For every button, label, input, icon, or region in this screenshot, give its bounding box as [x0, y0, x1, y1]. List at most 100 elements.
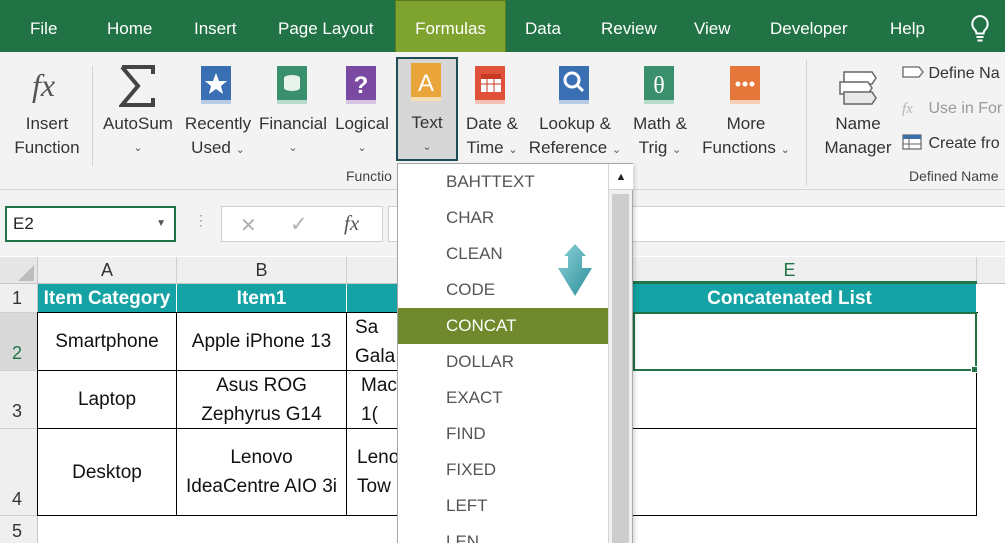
cell-e3[interactable]: [603, 371, 977, 429]
menu-item-concat[interactable]: CONCAT: [398, 308, 608, 344]
logical-label: Logical: [335, 114, 389, 133]
question-book-icon: ?: [346, 66, 376, 104]
svg-text:fx: fx: [32, 67, 55, 103]
tab-home[interactable]: Home: [107, 0, 152, 52]
math-trig-button[interactable]: θ Math & Trig ⌄: [626, 60, 694, 160]
tab-help[interactable]: Help: [890, 0, 925, 52]
enter-check-icon[interactable]: ✓: [290, 212, 308, 237]
menu-item-find[interactable]: FIND: [398, 416, 608, 452]
cell-b2[interactable]: Apple iPhone 13: [177, 313, 347, 371]
tab-page-layout[interactable]: Page Layout: [278, 0, 373, 52]
formula-buttons: ✕ ✓ fx: [221, 206, 383, 242]
logical-button[interactable]: ? Logical ⌄: [330, 60, 394, 160]
financial-button[interactable]: Financial ⌄: [258, 60, 328, 160]
cell-c3[interactable]: Mac 1(: [347, 371, 399, 429]
column-header-c[interactable]: [347, 257, 399, 284]
cell-a4[interactable]: Desktop: [38, 429, 177, 516]
create-from-label: Create fro: [928, 135, 1000, 152]
date-time-label-1: Date &: [466, 114, 518, 133]
more-functions-label-1: More: [726, 114, 766, 133]
tab-data[interactable]: Data: [525, 0, 561, 52]
tab-file[interactable]: File: [30, 0, 57, 52]
define-name-label: Define Na: [928, 65, 1000, 82]
text-functions-dropdown: BAHTTEXT CHAR CLEAN CODE CONCAT DOLLAR E…: [397, 163, 633, 543]
cell-c4[interactable]: Leno Tow: [347, 429, 399, 516]
name-box[interactable]: E2 ▼: [5, 206, 176, 242]
row-header-1[interactable]: 1: [0, 284, 38, 313]
recently-used-label-1: Recently: [184, 114, 252, 133]
chevron-down-icon[interactable]: ▼: [156, 208, 166, 240]
menu-item-char[interactable]: CHAR: [398, 200, 608, 236]
header-cell-item-category[interactable]: Item Category: [38, 284, 177, 313]
recently-used-label-2: Used ⌄: [191, 138, 245, 157]
header-cell-item2[interactable]: [347, 284, 399, 313]
lookup-label-2: Reference ⌄: [528, 138, 622, 157]
cell-e4[interactable]: [603, 429, 977, 516]
insert-function-icon[interactable]: fx: [344, 211, 359, 236]
scrollbar-thumb[interactable]: [612, 194, 629, 543]
cell-a3[interactable]: Laptop: [38, 371, 177, 429]
tab-view[interactable]: View: [694, 0, 731, 52]
header-cell-concatenated-list[interactable]: Concatenated List: [603, 284, 977, 313]
cell-c2[interactable]: Sa Gala: [347, 313, 399, 371]
header-cell-item1[interactable]: Item1: [177, 284, 347, 313]
ribbon-separator: [806, 60, 807, 186]
menu-item-left[interactable]: LEFT: [398, 488, 608, 524]
cell-b3[interactable]: Asus ROG Zephyrus G14: [177, 371, 347, 429]
menu-item-fixed[interactable]: FIXED: [398, 452, 608, 488]
insert-function-label-2: Function: [14, 138, 80, 157]
define-name-button[interactable]: Define Na: [902, 63, 1000, 85]
column-header-f[interactable]: [977, 257, 1005, 284]
group-label-function-library: Functio: [346, 168, 392, 184]
ribbon-separator: [92, 66, 93, 166]
row-header-5[interactable]: 5: [0, 516, 38, 543]
autosum-label: AutoSum: [103, 114, 173, 133]
theta-book-icon: θ: [644, 66, 674, 104]
row-header-4[interactable]: 4: [0, 429, 38, 516]
name-manager-button[interactable]: Name Manager: [818, 60, 898, 160]
fx-small-icon: fx: [902, 101, 913, 117]
tag-icon: [902, 66, 924, 78]
tab-formulas[interactable]: Formulas: [395, 0, 506, 52]
tab-insert[interactable]: Insert: [194, 0, 237, 52]
recently-used-button[interactable]: Recently Used ⌄: [180, 60, 256, 160]
chevron-down-icon: ⌄: [288, 142, 298, 154]
row-header-3[interactable]: 3: [0, 371, 38, 429]
lookup-reference-button[interactable]: Lookup & Reference ⌄: [526, 60, 624, 160]
menu-item-dollar[interactable]: DOLLAR: [398, 344, 608, 380]
fill-handle[interactable]: [971, 366, 978, 373]
letter-a-book-icon: A: [411, 63, 441, 101]
autosum-button[interactable]: AutoSum ⌄: [99, 60, 177, 160]
grid-table-icon: [902, 134, 922, 150]
lightbulb-icon[interactable]: [968, 14, 992, 42]
drag-handle-icon[interactable]: ⋮: [194, 212, 209, 229]
scroll-up-arrow-icon[interactable]: ▲: [609, 164, 633, 190]
cell-a2[interactable]: Smartphone: [38, 313, 177, 371]
dropdown-scrollbar[interactable]: ▲: [608, 164, 633, 543]
cell-b4[interactable]: Lenovo IdeaCentre AIO 3i: [177, 429, 347, 516]
financial-label: Financial: [258, 114, 328, 133]
cancel-icon[interactable]: ✕: [240, 213, 257, 238]
select-all-corner[interactable]: [0, 257, 38, 284]
menu-item-len[interactable]: LEN: [398, 524, 608, 543]
group-label-defined-names: Defined Name: [909, 168, 999, 184]
date-time-button[interactable]: Date & Time ⌄: [460, 60, 524, 160]
date-time-label-2: Time ⌄: [466, 138, 518, 157]
more-functions-button[interactable]: More Functions ⌄: [696, 60, 796, 160]
text-functions-button[interactable]: A Text ⌄: [396, 57, 458, 161]
create-from-selection-button[interactable]: Create fro: [902, 133, 1000, 155]
tab-review[interactable]: Review: [601, 0, 657, 52]
menu-item-bahttext[interactable]: BAHTTEXT: [398, 164, 608, 200]
svg-text:?: ?: [354, 72, 369, 99]
column-header-b[interactable]: B: [177, 257, 347, 284]
row-header-2[interactable]: 2: [0, 313, 38, 371]
column-header-a[interactable]: A: [38, 257, 177, 284]
more-functions-label-2: Functions ⌄: [702, 138, 790, 157]
tab-developer[interactable]: Developer: [770, 0, 848, 52]
menu-item-exact[interactable]: EXACT: [398, 380, 608, 416]
use-in-formula-button[interactable]: fx Use in For: [902, 98, 1002, 120]
column-header-e[interactable]: E: [603, 257, 977, 284]
excel-window: { "menu": { "tabs": ["File","Home","Inse…: [0, 0, 1005, 543]
text-label: Text: [411, 113, 443, 132]
insert-function-button[interactable]: fx Insert Function: [8, 60, 86, 160]
